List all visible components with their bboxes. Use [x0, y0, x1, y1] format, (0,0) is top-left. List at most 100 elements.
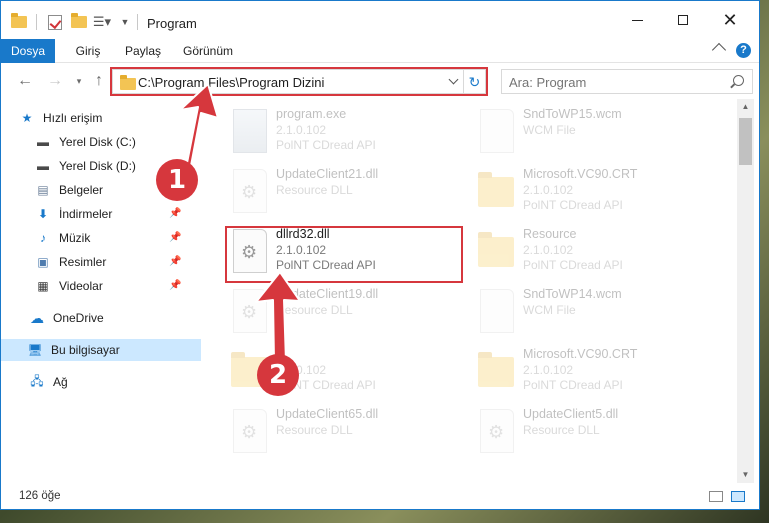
folder-icon — [120, 75, 136, 90]
folder-icon — [478, 172, 514, 207]
file-name: Microsoft.VC90.CRT — [523, 347, 638, 361]
sidebar-item-drive-c[interactable]: ▬ Yerel Disk (C:) — [35, 131, 215, 153]
vertical-scrollbar[interactable]: ▲ ▼ — [737, 99, 754, 483]
help-icon[interactable]: ? — [736, 43, 751, 58]
file-item[interactable]: SndToWP14.wcm WCM File — [476, 283, 716, 341]
sidebar-item-label: OneDrive — [53, 311, 104, 325]
file-name: UpdateClient65.dll — [276, 407, 379, 421]
sidebar-item-label: Ağ — [53, 375, 68, 389]
minimize-button[interactable] — [614, 1, 660, 39]
document-icon — [480, 289, 514, 333]
dll-icon — [233, 169, 267, 213]
search-input[interactable] — [509, 71, 719, 93]
sidebar-item-videos[interactable]: ▦ Videolar 📌 — [35, 275, 215, 297]
dll-icon — [233, 409, 267, 453]
pin-icon[interactable]: 📌 — [169, 232, 181, 243]
documents-icon: ▤ — [37, 183, 49, 197]
close-button[interactable]: ✕ — [707, 1, 753, 39]
dll-icon — [480, 409, 514, 453]
sidebar-item-label: İndirmeler — [59, 207, 113, 221]
folder-icon — [478, 232, 514, 267]
computer-icon: 🖥 — [27, 343, 43, 357]
forward-button[interactable]: → — [45, 71, 65, 91]
file-meta: 2.1.0.102 — [523, 243, 574, 257]
file-meta: Resource DLL — [276, 423, 353, 437]
chevron-up-icon[interactable] — [711, 42, 727, 58]
sidebar-item-label: Belgeler — [59, 183, 104, 197]
status-bar: 126 öğe — [1, 483, 759, 509]
file-meta: PolNT CDread API — [523, 258, 623, 272]
sidebar-item-label: Resimler — [59, 255, 107, 269]
pin-icon[interactable]: 📌 — [169, 256, 181, 267]
scroll-up-icon[interactable]: ▲ — [737, 99, 754, 115]
tab-file[interactable]: Dosya — [1, 39, 55, 63]
sidebar-item-downloads[interactable]: ⬇ İndirmeler 📌 — [35, 203, 215, 225]
search-box[interactable] — [501, 69, 753, 94]
toolbar-dropdown-icon[interactable]: ▼ — [119, 13, 131, 31]
customize-toolbar-icon[interactable]: ☰▾ — [91, 13, 113, 31]
properties-icon[interactable] — [45, 13, 65, 31]
pin-icon[interactable]: 📌 — [169, 280, 181, 291]
tab-view[interactable]: Görünüm — [177, 39, 239, 63]
file-highlight-box — [225, 226, 463, 283]
file-item[interactable]: UpdateClient19.dll Resource DLL — [229, 283, 469, 341]
refresh-button[interactable]: ↻ — [464, 69, 486, 94]
file-item[interactable]: Microsoft.VC90.CRT 2.1.0.102 PolNT CDrea… — [476, 343, 716, 401]
network-icon: 🖧 — [30, 373, 44, 388]
maximize-button[interactable] — [660, 1, 706, 39]
sidebar-item-label: Hızlı erişim — [43, 111, 103, 125]
folder-icon — [478, 352, 514, 387]
file-item[interactable]: UpdateClient21.dll Resource DLL — [229, 163, 469, 221]
scrollbar-thumb[interactable] — [739, 118, 752, 165]
drive-icon: ▬ — [37, 159, 49, 173]
file-item[interactable]: UpdateClient5.dll Resource DLL — [476, 403, 716, 461]
sidebar-item-network[interactable]: 🖧 Ağ — [29, 371, 209, 393]
sidebar-item-quick-access[interactable]: ★ Hızlı erişim — [19, 107, 199, 129]
file-name: UpdateClient5.dll — [523, 407, 619, 421]
file-meta: PolNT CDread API — [276, 138, 376, 152]
sidebar-item-label: Müzik — [59, 231, 91, 245]
sidebar-item-label: Yerel Disk (D:) — [59, 159, 136, 173]
sidebar-item-pictures[interactable]: ▣ Resimler 📌 — [35, 251, 215, 273]
file-meta: PolNT CDread API — [523, 198, 623, 212]
tiles-view-icon[interactable] — [731, 491, 745, 502]
sidebar-item-onedrive[interactable]: ☁ OneDrive — [29, 307, 209, 329]
search-icon[interactable] — [733, 75, 744, 86]
sidebar-item-music[interactable]: ♪ Müzik 📌 — [35, 227, 215, 249]
scroll-down-icon[interactable]: ▼ — [737, 467, 754, 483]
address-bar[interactable]: C:\Program Files\Program Dizini — [112, 69, 464, 94]
file-name: UpdateClient21.dll — [276, 167, 379, 181]
file-item[interactable]: SndToWP15.wcm WCM File — [476, 103, 716, 161]
up-button[interactable]: ↑ — [89, 71, 109, 91]
pin-icon[interactable]: 📌 — [169, 208, 181, 219]
file-meta: Resource DLL — [276, 303, 353, 317]
file-item[interactable]: Microsoft.VC90.CRT 2.1.0.102 PolNT CDrea… — [476, 163, 716, 221]
music-icon: ♪ — [40, 231, 46, 245]
file-name: SndToWP14.wcm — [523, 287, 622, 301]
file-item[interactable]: UpdateClient65.dll Resource DLL — [229, 403, 469, 461]
folder-icon — [9, 13, 29, 31]
cloud-icon: ☁ — [30, 309, 44, 326]
file-meta: 2.1.0.102 — [523, 183, 574, 197]
file-meta: 2.1.0.102 — [523, 363, 574, 377]
exe-icon — [233, 109, 267, 153]
file-item[interactable]: program.exe 2.1.0.102 PolNT CDread API — [229, 103, 469, 161]
file-name: UpdateClient19.dll — [276, 287, 379, 301]
new-folder-icon[interactable] — [69, 13, 89, 31]
item-count: 126 öğe — [19, 490, 61, 502]
document-icon — [480, 109, 514, 153]
download-icon: ⬇ — [37, 207, 49, 221]
tab-share[interactable]: Paylaş — [119, 39, 167, 63]
recent-locations-icon[interactable]: ▾ — [69, 71, 89, 91]
dll-icon — [233, 289, 267, 333]
back-button[interactable]: ← — [15, 71, 35, 91]
address-path[interactable]: C:\Program Files\Program Dizini — [138, 75, 324, 90]
step-badge-2: 2 — [257, 354, 299, 396]
chevron-down-icon[interactable] — [448, 74, 459, 85]
file-item[interactable]: Resource 2.1.0.102 PolNT CDread API — [476, 223, 716, 281]
explorer-window: ☰▾ ▼ Program ✕ Dosya Giriş Paylaş Görünü… — [0, 0, 760, 510]
sidebar-item-this-pc[interactable]: 🖥 Bu bilgisayar — [1, 339, 201, 361]
details-view-icon[interactable] — [709, 491, 723, 502]
tab-home[interactable]: Giriş — [65, 39, 111, 63]
file-meta: WCM File — [523, 303, 576, 317]
